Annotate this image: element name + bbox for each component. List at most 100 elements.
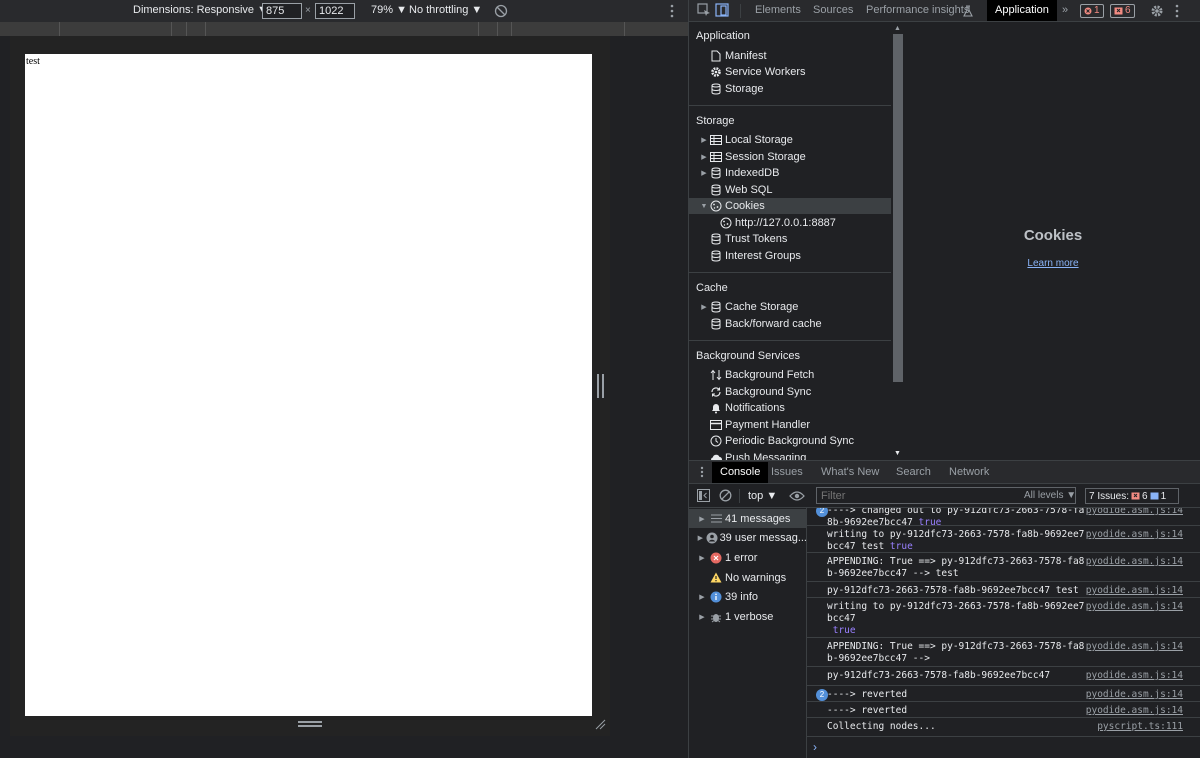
table-icon [709,150,723,164]
tab-sources[interactable]: Sources [813,0,853,21]
sidebar-item-interest-groups[interactable]: Interest Groups [689,248,891,264]
width-input[interactable] [262,3,302,19]
show-sidebar-icon[interactable] [697,489,710,502]
sidebar-item-notifications[interactable]: Notifications [689,400,891,416]
boolean-value: true [889,541,913,552]
issues-counter-button[interactable]: 7 Issues: 6 1 [1085,488,1179,504]
tab-elements[interactable]: Elements [755,0,801,21]
source-link[interactable]: pyodide.asm.js:14 [1086,705,1183,717]
drawer-tab-whats-new[interactable]: What's New [821,462,879,483]
tab-application[interactable]: Application [987,0,1057,21]
sidebar-item-cookies[interactable]: ▼ Cookies [689,198,891,214]
console-message[interactable]: APPENDING: True ==> py-912dfc73-2663-757… [807,638,1200,667]
sidebar-item-cache-storage[interactable]: ▶ Cache Storage [689,299,891,315]
source-link[interactable]: pyodide.asm.js:14 [1086,689,1183,701]
console-filter-warnings[interactable]: No warnings [689,568,807,587]
rotate-icon[interactable] [494,4,508,18]
device-toolbar: Dimensions: Responsive ▼ × 79% ▼ No thro… [0,0,688,22]
sidebar-item-payment-handler[interactable]: Payment Handler [689,417,891,433]
source-link[interactable]: pyodide.asm.js:14 [1086,556,1183,568]
issues-badge[interactable]: 6 [1110,4,1135,18]
sidebar-item-label: Push Messaging [725,452,807,460]
sidebar-item-service-workers[interactable]: Service Workers [689,64,891,80]
source-link[interactable]: pyodide.asm.js:14 [1086,670,1183,682]
console-prompt[interactable]: › [813,740,817,754]
more-options-icon[interactable] [668,3,676,19]
console-message[interactable]: 2 ----> reverted pyodide.asm.js:14 [807,686,1200,702]
devtools-more-icon[interactable] [1173,3,1181,19]
source-link[interactable]: pyodide.asm.js:14 [1086,585,1183,597]
zoom-dropdown[interactable]: 79% ▼ [371,4,407,16]
more-tabs-button[interactable]: » [1062,0,1068,21]
drawer-tab-search[interactable]: Search [896,462,931,483]
source-link[interactable]: pyodide.asm.js:14 [1086,601,1183,613]
console-message[interactable]: ----> reverted pyodide.asm.js:14 [807,702,1200,718]
console-message[interactable]: writing to py-912dfc73-2663-7578-fa8b-96… [807,598,1200,638]
log-levels-dropdown[interactable]: All levels ▼ [1024,490,1076,501]
clear-console-icon[interactable] [719,489,732,502]
errors-badge[interactable]: 1 [1080,4,1104,18]
sidebar-item-label: Notifications [725,402,785,414]
settings-gear-icon[interactable] [1150,4,1164,18]
sidebar-item-storage[interactable]: Storage [689,81,891,97]
sidebar-item-session-storage[interactable]: ▶ Session Storage [689,149,891,165]
sidebar-item-indexeddb[interactable]: ▶ IndexedDB [689,165,891,181]
sidebar-item-local-storage[interactable]: ▶ Local Storage [689,132,891,148]
context-dropdown[interactable]: top ▼ [748,490,777,502]
sidebar-item-cookie-origin[interactable]: http://127.0.0.1:8887 [689,215,891,231]
sidebar-scrollbar-thumb[interactable] [893,34,903,382]
console-filter-info[interactable]: ▶ 39 info [689,587,807,606]
sidebar-item-web-sql[interactable]: Web SQL [689,182,891,198]
section-cache: Cache [696,282,728,294]
console-message[interactable]: py-912dfc73-2663-7578-fa8b-9692ee7bcc47 … [807,582,1200,598]
source-link[interactable]: pyscript.ts:111 [1097,721,1183,733]
height-input[interactable] [315,3,355,19]
console-filter-verbose[interactable]: ▶ 1 verbose [689,607,807,626]
sidebar-item-back-forward-cache[interactable]: Back/forward cache [689,316,891,332]
throttle-dropdown[interactable]: No throttling ▼ [409,4,482,16]
sidebar-item-push-messaging[interactable]: Push Messaging [689,450,891,460]
scroll-up-icon[interactable]: ▲ [894,25,901,32]
tab-performance-insights[interactable]: Performance insights [866,0,969,21]
warning-icon [709,571,723,585]
learn-more-link[interactable]: Learn more [905,258,1200,269]
live-expression-eye-icon[interactable] [789,490,805,502]
console-message[interactable]: APPENDING: True ==> py-912dfc73-2663-757… [807,553,1200,582]
issues-counter-label: 7 Issues: [1089,490,1130,502]
console-filter-messages[interactable]: ▶ 41 messages [689,509,807,528]
media-query-ruler[interactable] [0,22,688,36]
inspect-element-icon[interactable] [697,3,711,17]
device-toolbar-toggle-icon[interactable] [715,3,729,17]
scroll-down-icon[interactable]: ▼ [894,450,901,457]
list-icon [709,512,723,526]
console-filter-user-messages[interactable]: ▶ 39 user messag... [689,528,807,547]
sidebar-item-manifest[interactable]: Manifest [689,48,891,64]
console-message[interactable]: py-912dfc73-2663-7578-fa8b-9692ee7bcc47 p… [807,667,1200,686]
resize-handle-bottom[interactable] [298,721,322,727]
console-message[interactable]: writing to py-912dfc73-2663-7578-fa8b-96… [807,526,1200,553]
console-message[interactable]: 2 ----> changed out to py-912dfc73-2663-7… [807,508,1200,528]
console-filter-errors[interactable]: ▶ 1 error [689,548,807,567]
source-link[interactable]: pyodide.asm.js:14 [1086,508,1183,517]
sidebar-item-trust-tokens[interactable]: Trust Tokens [689,231,891,247]
sidebar-item-periodic-background-sync[interactable]: Periodic Background Sync [689,433,891,449]
source-link[interactable]: pyodide.asm.js:14 [1086,529,1183,541]
source-link[interactable]: pyodide.asm.js:14 [1086,641,1183,653]
gear-icon [709,65,723,79]
sidebar-item-background-sync[interactable]: Background Sync [689,384,891,400]
console-message-text: py-912dfc73-2663-7578-fa8b-9692ee7bcc47 [827,670,1051,681]
error-circle-icon [709,551,723,565]
document-icon [709,49,723,63]
sidebar-item-background-fetch[interactable]: Background Fetch [689,367,891,383]
console-filter-label: 1 error [725,551,758,564]
drawer-tab-console[interactable]: Console [712,462,769,483]
drawer-tab-network[interactable]: Network [949,462,989,483]
boolean-value: true [832,625,856,636]
console-message[interactable]: Collecting nodes... pyscript.ts:111 [807,718,1200,737]
drawer-menu-icon[interactable] [699,465,705,479]
dimensions-dropdown[interactable]: Dimensions: Responsive ▼ [133,4,268,16]
resize-corner-icon[interactable] [594,718,606,730]
drawer-tab-issues[interactable]: Issues [771,462,803,483]
dimension-times: × [305,5,311,16]
resize-handle-right[interactable] [597,374,604,398]
